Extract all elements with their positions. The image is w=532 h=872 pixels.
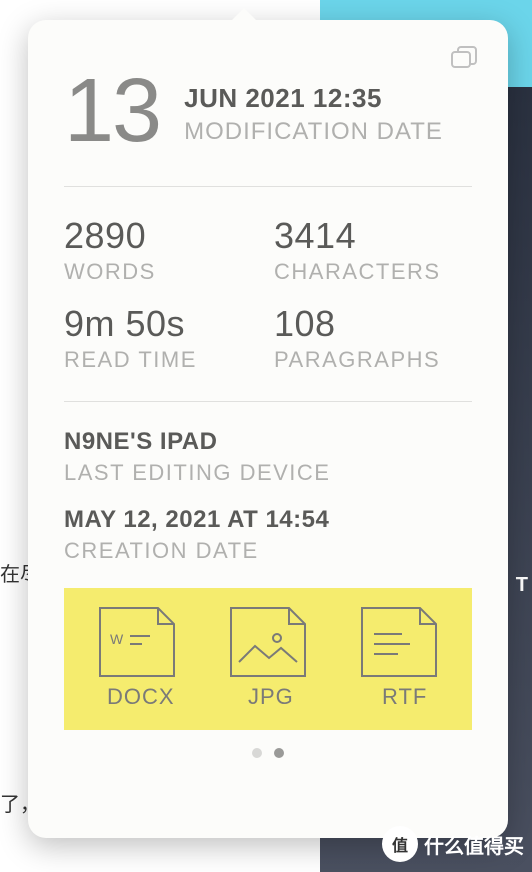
device-label: LAST EDITING DEVICE — [64, 460, 472, 486]
creation-datetime: MAY 12, 2021 AT 14:54 — [64, 506, 472, 534]
stat-value: 108 — [274, 303, 472, 345]
svg-text:RTF: RTF — [382, 684, 427, 709]
stat-words: 2890 WORDS — [64, 215, 262, 285]
jpg-file-icon: JPG — [223, 604, 313, 714]
page-dot-2[interactable] — [274, 748, 284, 758]
stat-label: WORDS — [64, 259, 262, 285]
svg-text:JPG: JPG — [248, 684, 294, 709]
watermark-icon: 值 — [382, 826, 418, 862]
stat-value: 3414 — [274, 215, 472, 257]
stat-label: CHARACTERS — [274, 259, 472, 285]
device-name: N9NE'S IPAD — [64, 428, 472, 456]
modification-date-label: MODIFICATION DATE — [184, 118, 443, 146]
bg-right-text-t: T — [516, 574, 528, 597]
divider — [64, 186, 472, 187]
expand-icon[interactable] — [450, 46, 478, 70]
creation-date: MAY 12, 2021 AT 14:54 CREATION DATE — [64, 496, 472, 574]
stat-value: 2890 — [64, 215, 262, 257]
info-popover: 13 JUN 2021 12:35 MODIFICATION DATE 2890… — [28, 20, 508, 838]
stat-characters: 3414 CHARACTERS — [274, 215, 472, 285]
page-indicator[interactable] — [64, 748, 472, 758]
rtf-file-icon: RTF — [354, 604, 444, 714]
stat-paragraphs: 108 PARAGRAPHS — [274, 303, 472, 373]
watermark: 值 什么值得买 — [382, 826, 524, 862]
stat-label: PARAGRAPHS — [274, 347, 472, 373]
page-dot-1[interactable] — [252, 748, 262, 758]
export-row: W DOCX JPG RTF — [64, 588, 472, 730]
modification-date-header: 13 JUN 2021 12:35 MODIFICATION DATE — [64, 50, 472, 180]
last-editing-device: N9NE'S IPAD LAST EDITING DEVICE — [64, 408, 472, 496]
day-number: 13 — [64, 66, 160, 156]
stat-read-time: 9m 50s READ TIME — [64, 303, 262, 373]
svg-text:DOCX: DOCX — [107, 684, 175, 709]
docx-file-icon: W DOCX — [92, 604, 182, 714]
divider — [64, 401, 472, 402]
svg-text:W: W — [110, 631, 124, 647]
watermark-text: 什么值得买 — [424, 830, 524, 859]
export-docx-button[interactable]: W DOCX — [92, 604, 182, 714]
stat-label: READ TIME — [64, 347, 262, 373]
modification-datetime: JUN 2021 12:35 — [184, 83, 443, 114]
stat-value: 9m 50s — [64, 303, 262, 345]
creation-label: CREATION DATE — [64, 538, 472, 564]
stats-grid: 2890 WORDS 3414 CHARACTERS 9m 50s READ T… — [64, 193, 472, 395]
export-jpg-button[interactable]: JPG — [223, 604, 313, 714]
export-rtf-button[interactable]: RTF — [354, 604, 444, 714]
